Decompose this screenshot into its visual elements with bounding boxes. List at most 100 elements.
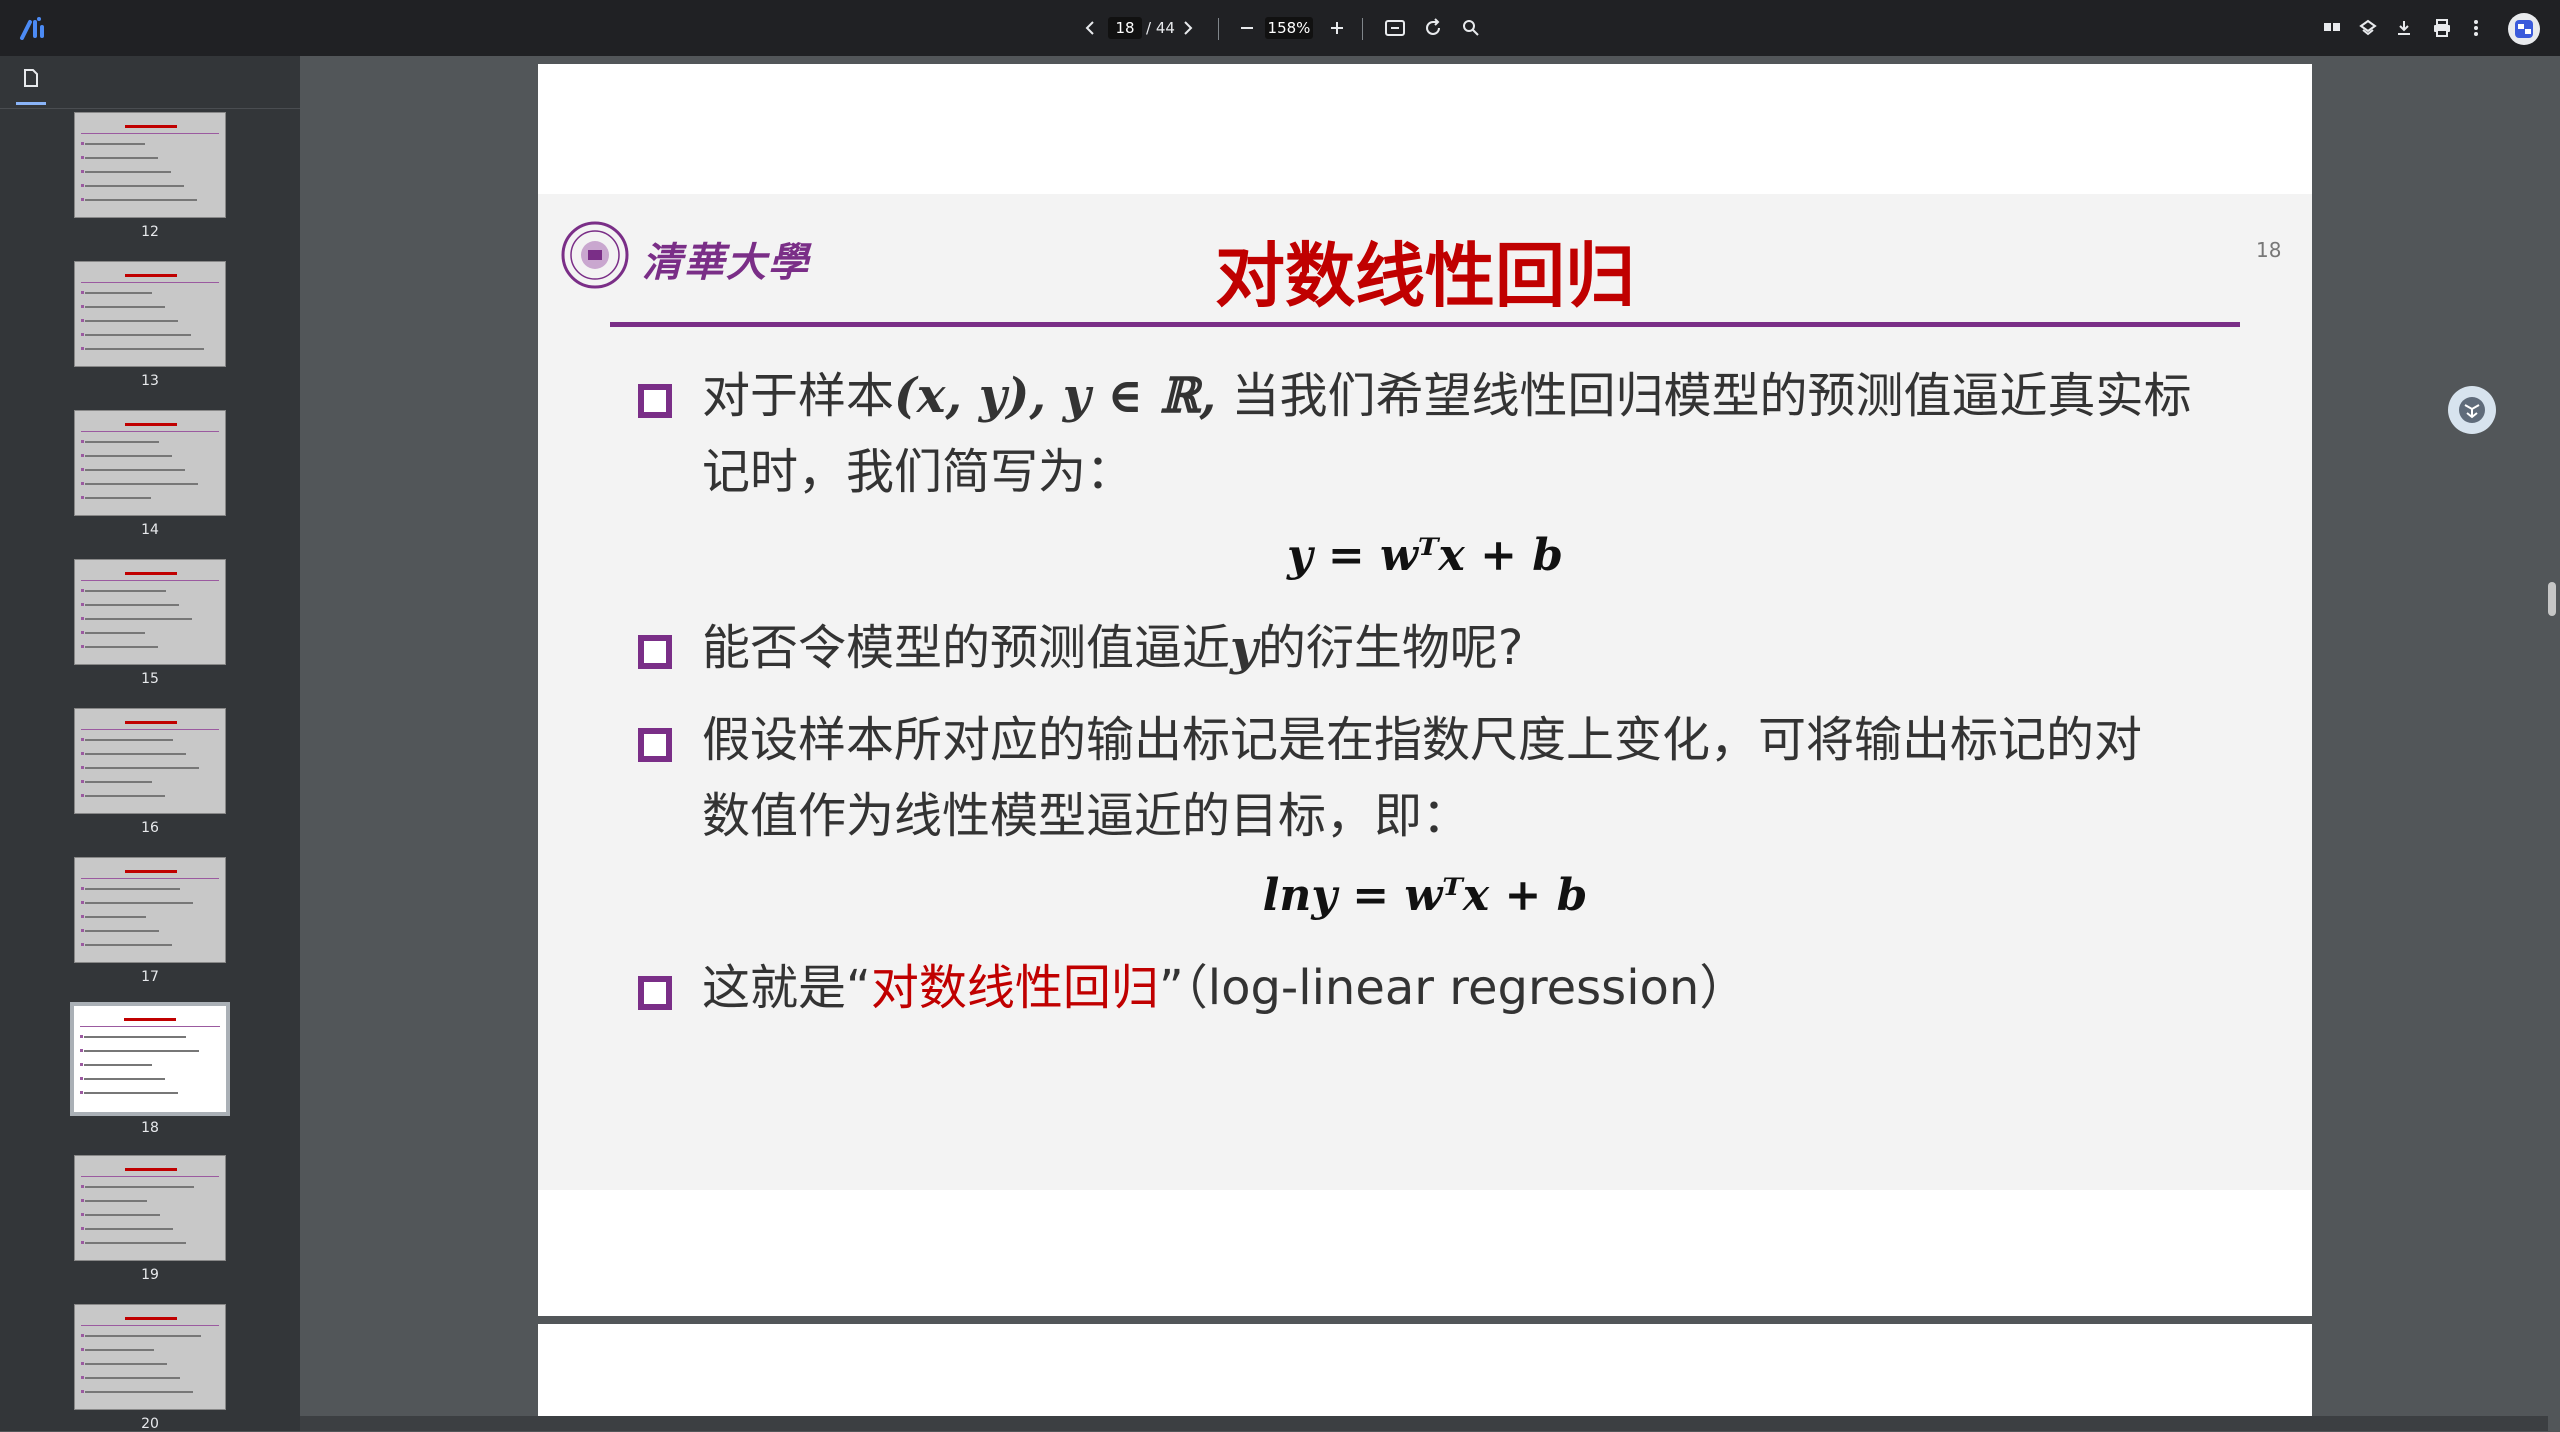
thumbnail-text-line	[85, 469, 185, 471]
thumbnail-text-line	[84, 1050, 199, 1052]
active-tab-indicator	[16, 102, 46, 105]
thumbnail-bullet	[81, 291, 84, 294]
bullet-4-text: 这就是“对数线性回归”（log-linear regression）	[702, 950, 2262, 1026]
thumbnail-text-line	[85, 320, 178, 322]
thumbnail-bullet	[81, 766, 84, 769]
bullet-square	[638, 635, 672, 669]
thumbnail-text-line	[85, 1242, 186, 1244]
page-thumbnail[interactable]	[74, 410, 226, 516]
thumbnail-bullet	[80, 1063, 83, 1066]
bullet-square	[638, 976, 672, 1010]
next-page-icon[interactable]	[1178, 17, 1198, 39]
thumbnail-bullet	[81, 1334, 84, 1337]
thumbnail-rule	[81, 1176, 219, 1177]
zoom-level-input[interactable]: 158%	[1265, 17, 1313, 39]
thumbnail-bullet	[81, 305, 84, 308]
thumbnail-bullet	[81, 454, 84, 457]
thumbnail-text-line	[85, 604, 179, 606]
page-thumbnail[interactable]	[74, 1155, 226, 1261]
toolbar-divider	[1218, 18, 1219, 40]
thumbnail-text-line	[85, 916, 146, 918]
page-thumbnail[interactable]	[74, 559, 226, 665]
thumbnail-bullet	[81, 794, 84, 797]
thumbnail-rule	[81, 282, 219, 283]
bullet-2-math: y	[1230, 620, 1258, 676]
formula-log-linear: lny = wᵀx + b	[1262, 870, 1588, 921]
bookmark-icon[interactable]	[2320, 16, 2344, 40]
zoom-in-icon[interactable]	[1326, 17, 1348, 39]
save-icon[interactable]	[2356, 16, 2380, 40]
bullet-2-suffix: 的衍生物呢?	[1257, 620, 1524, 676]
thumbnail-rule	[81, 580, 219, 581]
thumbnail-text-line	[85, 185, 184, 187]
thumbnail-text-line	[85, 632, 145, 634]
pdf-toolbar: 18 / 44 158%	[0, 0, 2560, 56]
thumbnail-bullet	[81, 887, 84, 890]
thumbnail-title-mark	[125, 721, 177, 724]
page-thumbnail[interactable]	[74, 708, 226, 814]
page-total-label: / 44	[1146, 19, 1175, 37]
thumbnail-bullet	[81, 631, 84, 634]
thumbnail-bullet	[81, 142, 84, 145]
thumbnail-page-number: 19	[141, 1267, 159, 1283]
thumbnail-title-mark	[125, 870, 177, 873]
app-logo-icon[interactable]	[18, 14, 50, 42]
page-thumbnail[interactable]	[74, 261, 226, 367]
search-icon[interactable]	[1458, 16, 1484, 40]
thumbnail-icon[interactable]	[16, 68, 46, 102]
bullet-3-line1: 假设样本所对应的输出标记是在指数尺度上变化，可将输出标记的对	[702, 712, 2143, 768]
page-number-input[interactable]: 18	[1108, 17, 1142, 39]
more-icon[interactable]	[2466, 16, 2486, 40]
assistant-icon[interactable]	[2448, 386, 2496, 434]
thumbnail-bullet	[81, 617, 84, 620]
prev-page-icon[interactable]	[1080, 17, 1100, 39]
thumbnail-text-line	[85, 157, 158, 159]
extension-avatar[interactable]	[2508, 13, 2540, 45]
thumbnail-text-line	[85, 292, 152, 294]
formula-linear: y = wᵀx + b	[1286, 530, 1564, 581]
thumbnail-bullet	[81, 1227, 84, 1230]
bullet-1-math: (x, y), y ∈ ℝ,	[894, 368, 1217, 424]
thumbnail-bullet	[81, 603, 84, 606]
thumbnail-bullet	[81, 943, 84, 946]
zoom-out-icon[interactable]	[1236, 17, 1258, 39]
thumbnail-text-line	[85, 590, 166, 592]
pdf-page-next	[538, 1324, 2312, 1431]
thumbnail-bullet	[81, 156, 84, 159]
thumbnail-text-line	[85, 306, 165, 308]
thumbnail-bullet	[81, 901, 84, 904]
thumbnail-text-line	[85, 739, 173, 741]
thumbnail-title-mark	[125, 423, 177, 426]
thumbnail-bullet	[80, 1049, 83, 1052]
thumbnail-text-line	[85, 902, 193, 904]
print-icon[interactable]	[2430, 16, 2454, 40]
bullet-1-prefix: 对于样本	[702, 368, 895, 424]
thumbnail-title-mark	[125, 1317, 177, 1320]
page-thumbnail[interactable]	[74, 857, 226, 963]
page-thumbnail[interactable]	[70, 1002, 230, 1116]
horizontal-scrollbar[interactable]	[300, 1416, 2548, 1431]
thumbnail-text-line	[85, 334, 191, 336]
thumbnail-text-line	[85, 646, 158, 648]
bullet-square	[638, 384, 672, 418]
thumbnail-text-line	[85, 143, 145, 145]
thumbnail-bullet	[81, 333, 84, 336]
page-thumbnail[interactable]	[74, 1304, 226, 1410]
thumbnail-title-mark	[125, 1168, 177, 1171]
thumbnail-rule	[81, 133, 219, 134]
thumbnail-text-line	[85, 199, 197, 201]
thumbnail-text-line	[85, 618, 192, 620]
document-viewer[interactable]: 清華大學 对数线性回归 18 对于样本(x, y), y ∈ ℝ, 当我们希望线…	[300, 56, 2560, 1431]
thumbnail-text-line	[85, 455, 172, 457]
download-icon[interactable]	[2392, 16, 2416, 40]
fit-page-icon[interactable]	[1382, 16, 1408, 40]
vertical-scrollbar-thumb[interactable]	[2548, 582, 2556, 616]
thumbnail-page-number: 15	[141, 671, 159, 687]
page-thumbnail[interactable]	[74, 112, 226, 218]
thumbnail-title-mark	[124, 1018, 176, 1021]
rotate-icon[interactable]	[1420, 16, 1446, 40]
thumbnail-text-line	[84, 1036, 186, 1038]
thumbnail-page-number: 17	[141, 969, 159, 985]
bullet-1-text: 对于样本(x, y), y ∈ ℝ, 当我们希望线性回归模型的预测值逼近真实标 …	[702, 358, 2262, 510]
slide-title: 对数线性回归	[1215, 235, 1635, 317]
